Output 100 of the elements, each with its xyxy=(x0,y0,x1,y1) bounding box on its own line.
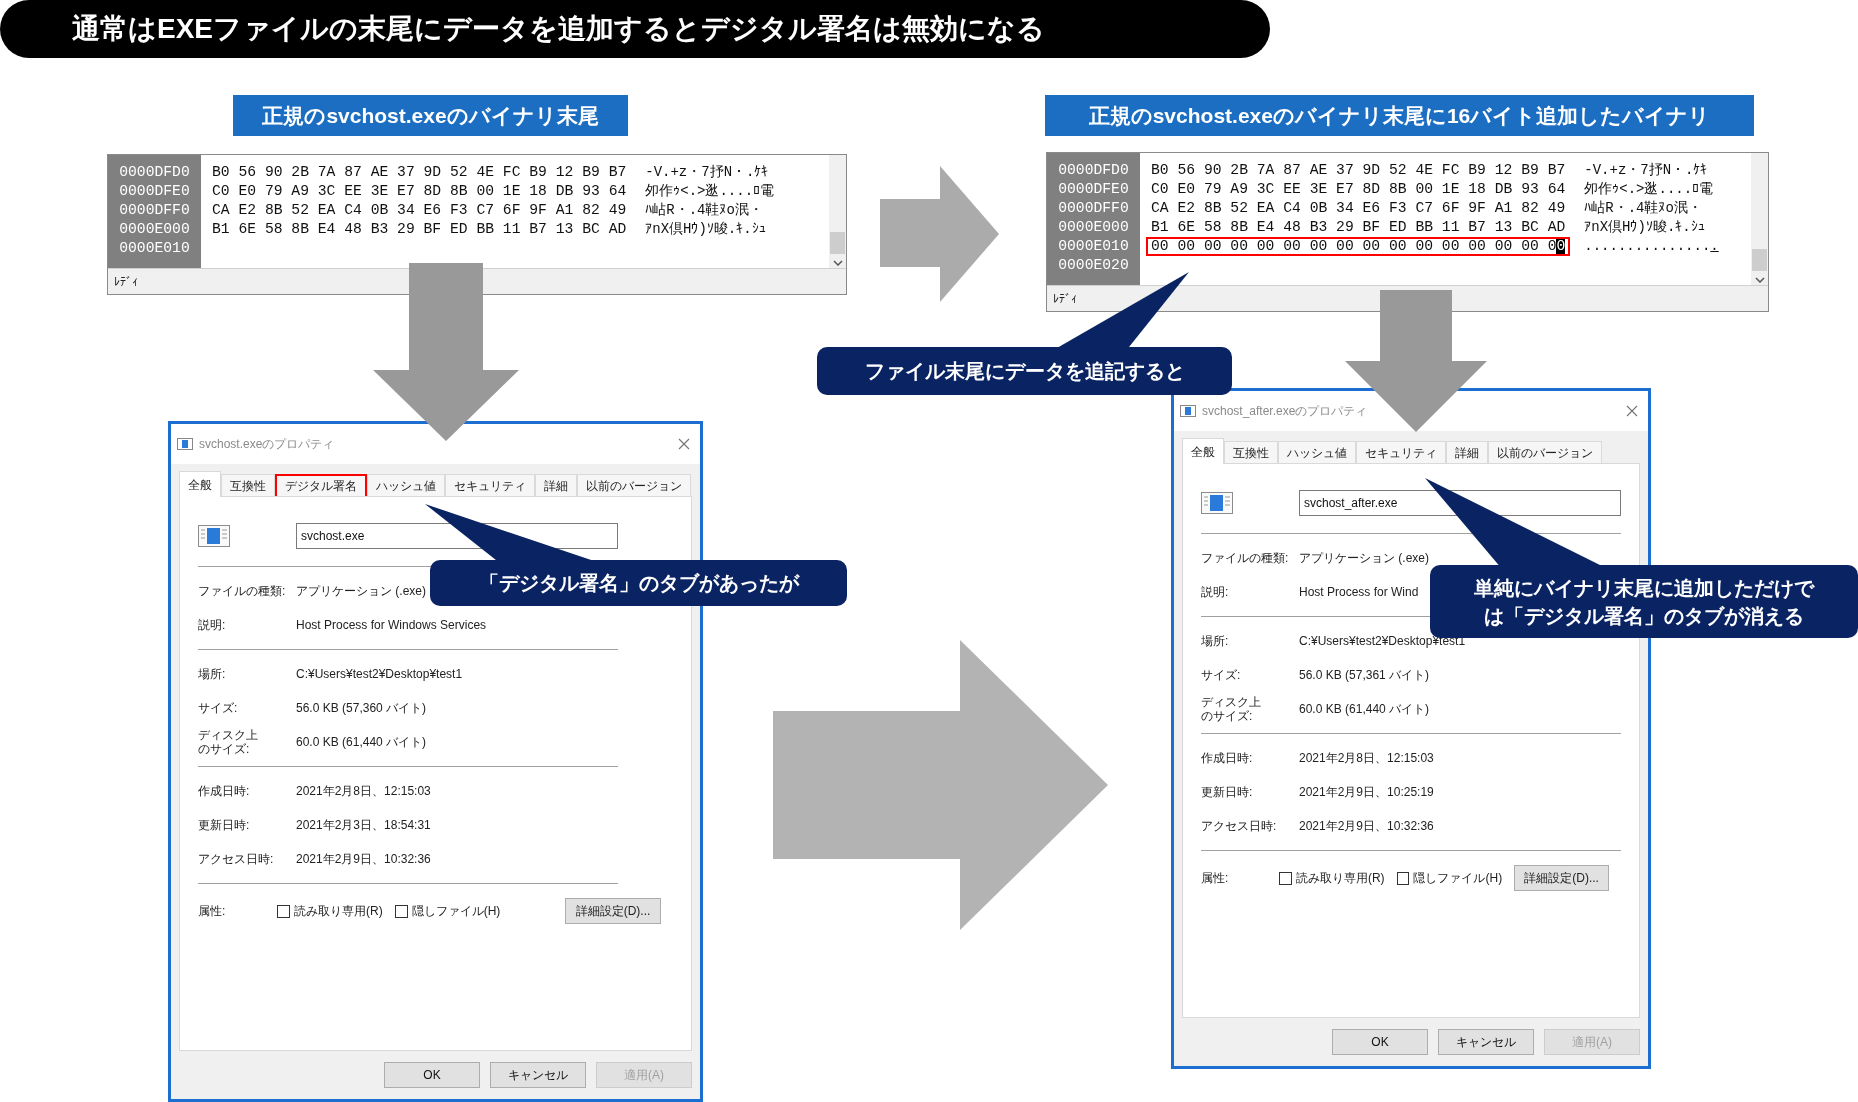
field-label: サイズ: xyxy=(198,701,239,715)
field-value: 56.0 KB (57,361 バイト) xyxy=(1299,667,1430,684)
field-label: アクセス日時: xyxy=(198,852,275,866)
field-label: サイズ: xyxy=(1201,668,1242,682)
hex-text: ｱnX倶Hｳ)ｿ晙.ｷ.ｼｭ xyxy=(1584,218,1706,237)
cursor: 0 xyxy=(1556,239,1566,254)
hex-bytes: CA E2 8B 52 EA C4 0B 34 E6 F3 C7 6F 9F A1 82 49 xyxy=(212,203,627,218)
hex-offset: 0000DFF0 xyxy=(1058,199,1129,218)
advanced-button[interactable]: 詳細設定(D)... xyxy=(1514,865,1609,891)
dialog-button[interactable]: OK xyxy=(384,1062,480,1088)
hex-bytes: CA E2 8B 52 EA C4 0B 34 E6 F3 C7 6F 9F A1 82 49 xyxy=(1151,201,1566,216)
hex-offset: 0000DFE0 xyxy=(119,182,190,201)
hex-offset: 0000E020 xyxy=(1058,256,1129,275)
field-value: C:¥Users¥test2¥Desktop¥test1 xyxy=(296,666,463,683)
callout-text: 単純にバイナリ末尾に追加しただけで xyxy=(1474,575,1814,601)
field-label: 説明: xyxy=(198,618,227,632)
chevron-down-icon[interactable] xyxy=(832,260,843,266)
field-label: 作成日時: xyxy=(1201,751,1254,765)
field-value: 2021年2月9日、10:32:36 xyxy=(296,851,431,868)
close-icon[interactable] xyxy=(678,438,690,450)
tab[interactable]: 全般 xyxy=(179,471,221,497)
checkbox[interactable] xyxy=(277,904,290,918)
checkbox-label: 隠しファイル(H) xyxy=(411,903,501,920)
hex-bytes: B0 56 90 2B 7A 87 AE 37 9D 52 4E FC B9 12 B9 B7 xyxy=(1151,163,1566,178)
field-label: 説明: xyxy=(1201,585,1230,599)
advanced-button[interactable]: 詳細設定(D)... xyxy=(565,898,661,924)
hex-offset: 0000DFD0 xyxy=(119,163,190,182)
tab[interactable]: ハッシュ値 xyxy=(1278,441,1356,463)
hex-text: ﾊ岾R・.4鞋ﾇo泯・ xyxy=(1584,199,1703,218)
callout-text: 「デジタル署名」のタブがあったが xyxy=(478,571,799,596)
field-label: のサイズ: xyxy=(1201,709,1253,723)
checkbox-label: 読み取り専用(R) xyxy=(1295,870,1385,887)
callout-text: ファイル末尾にデータを追記すると xyxy=(864,359,1185,384)
checkbox[interactable] xyxy=(1279,871,1292,885)
hex-text: 夘作ｩ<.>逖....ﾛ電 xyxy=(1584,180,1715,199)
callout-text: は「デジタル署名」のタブが消える xyxy=(1484,603,1804,629)
hex-text: ｱnX倶Hｳ)ｿ晙.ｷ.ｼｭ xyxy=(645,220,767,239)
field-value: Host Process for Wind xyxy=(1299,584,1419,601)
status-bar: ﾚﾃﾞｨ xyxy=(108,268,846,294)
field-value: 2021年2月9日、10:32:36 xyxy=(1299,818,1434,835)
field-label: 作成日時: xyxy=(198,784,251,798)
section-label: 正規のsvchost.exeのバイナリ末尾に16バイト追加したバイナリ xyxy=(1045,95,1754,136)
hex-bytes: B0 56 90 2B 7A 87 AE 37 9D 52 4E FC B9 12 B9 B7 xyxy=(212,165,627,180)
field-label: ディスク上 xyxy=(1201,695,1261,709)
field-label: のサイズ: xyxy=(198,742,250,756)
field-value: Host Process for Windows Services xyxy=(296,617,487,634)
field-value: 60.0 KB (61,440 バイト) xyxy=(1299,701,1430,718)
field-label: 更新日時: xyxy=(198,818,251,832)
tab[interactable]: ハッシュ値 xyxy=(367,474,445,496)
field-label: 場所: xyxy=(198,667,227,681)
field-label: 場所: xyxy=(1201,634,1230,648)
field-label: ファイルの種類: xyxy=(1201,551,1290,565)
app-icon xyxy=(1201,492,1233,514)
hex-bytes: C0 E0 79 A9 3C EE 3E E7 8D 8B 00 1E 18 DB 93 64 xyxy=(1151,182,1566,197)
field-value: 60.0 KB (61,440 バイト) xyxy=(296,734,427,751)
window-title: svchost_after.exeのプロパティ xyxy=(1202,403,1368,420)
tab[interactable]: デジタル署名 xyxy=(275,474,367,496)
tab[interactable]: 互換性 xyxy=(1224,441,1278,463)
field-value: 2021年2月3日、18:54:31 xyxy=(296,817,431,834)
tab[interactable]: 互換性 xyxy=(221,474,275,496)
hex-bytes: 00 00 00 00 00 00 00 00 00 00 00 00 00 00 00 0 xyxy=(1151,239,1557,254)
tab[interactable]: 以前のバージョン xyxy=(1488,441,1602,463)
field-label: ファイルの種類: xyxy=(198,584,287,598)
dialog-button[interactable]: キャンセル xyxy=(490,1062,586,1088)
field-label: アクセス日時: xyxy=(1201,819,1278,833)
hex-offset: 0000DFE0 xyxy=(1058,180,1129,199)
dialog-button[interactable]: キャンセル xyxy=(1438,1029,1534,1055)
chevron-down-icon[interactable] xyxy=(1754,277,1765,283)
field-value: C:¥Users¥test2¥Desktop¥test1 xyxy=(1299,633,1466,650)
tab[interactable]: 詳細 xyxy=(535,474,577,496)
hex-text: ﾊ岾R・.4鞋ﾇo泯・ xyxy=(645,201,764,220)
field-value: 2021年2月8日、12:15:03 xyxy=(296,783,431,800)
name-field[interactable]: svchost_after.exe xyxy=(1299,490,1621,516)
field-value: 2021年2月9日、10:25:19 xyxy=(1299,784,1434,801)
close-icon[interactable] xyxy=(1626,405,1638,417)
hex-text: -V.+z・7抒N・.ｹｷ xyxy=(1584,161,1709,180)
tab[interactable]: 以前のバージョン xyxy=(577,474,691,496)
hex-text: -V.+z・7抒N・.ｹｷ xyxy=(645,163,770,182)
hex-offset: 0000E000 xyxy=(119,220,190,239)
field-label: 属性: xyxy=(198,903,227,920)
section-label: 正規のsvchost.exeのバイナリ末尾 xyxy=(233,95,628,136)
hex-offset: 0000E000 xyxy=(1058,218,1129,237)
checkbox[interactable] xyxy=(1396,871,1410,885)
hex-offset: 0000E010 xyxy=(1058,237,1129,256)
app-icon xyxy=(1180,405,1196,417)
hex-bytes: B1 6E 58 8B E4 48 B3 29 BF ED BB 11 B7 13 BC AD xyxy=(212,222,627,237)
tab[interactable]: セキュリティ xyxy=(445,474,535,496)
field-value: アプリケーション (.exe) xyxy=(1299,550,1429,567)
hex-text: 夘作ｩ<.>逖....ﾛ電 xyxy=(645,182,775,201)
tab[interactable]: 詳細 xyxy=(1446,441,1488,463)
checkbox[interactable] xyxy=(394,904,408,918)
app-icon xyxy=(177,438,193,450)
dialog-button[interactable]: OK xyxy=(1332,1029,1428,1055)
field-label: ディスク上 xyxy=(198,728,258,742)
hex-bytes: B1 6E 58 8B E4 48 B3 29 BF ED BB 11 B7 13 BC AD xyxy=(1151,220,1566,235)
tab[interactable]: 全般 xyxy=(1182,438,1224,464)
tab[interactable]: セキュリティ xyxy=(1356,441,1446,463)
hex-offset: 0000E010 xyxy=(119,239,190,258)
scrollbar-thumb xyxy=(1752,249,1767,271)
hex-offset: 0000DFF0 xyxy=(119,201,190,220)
